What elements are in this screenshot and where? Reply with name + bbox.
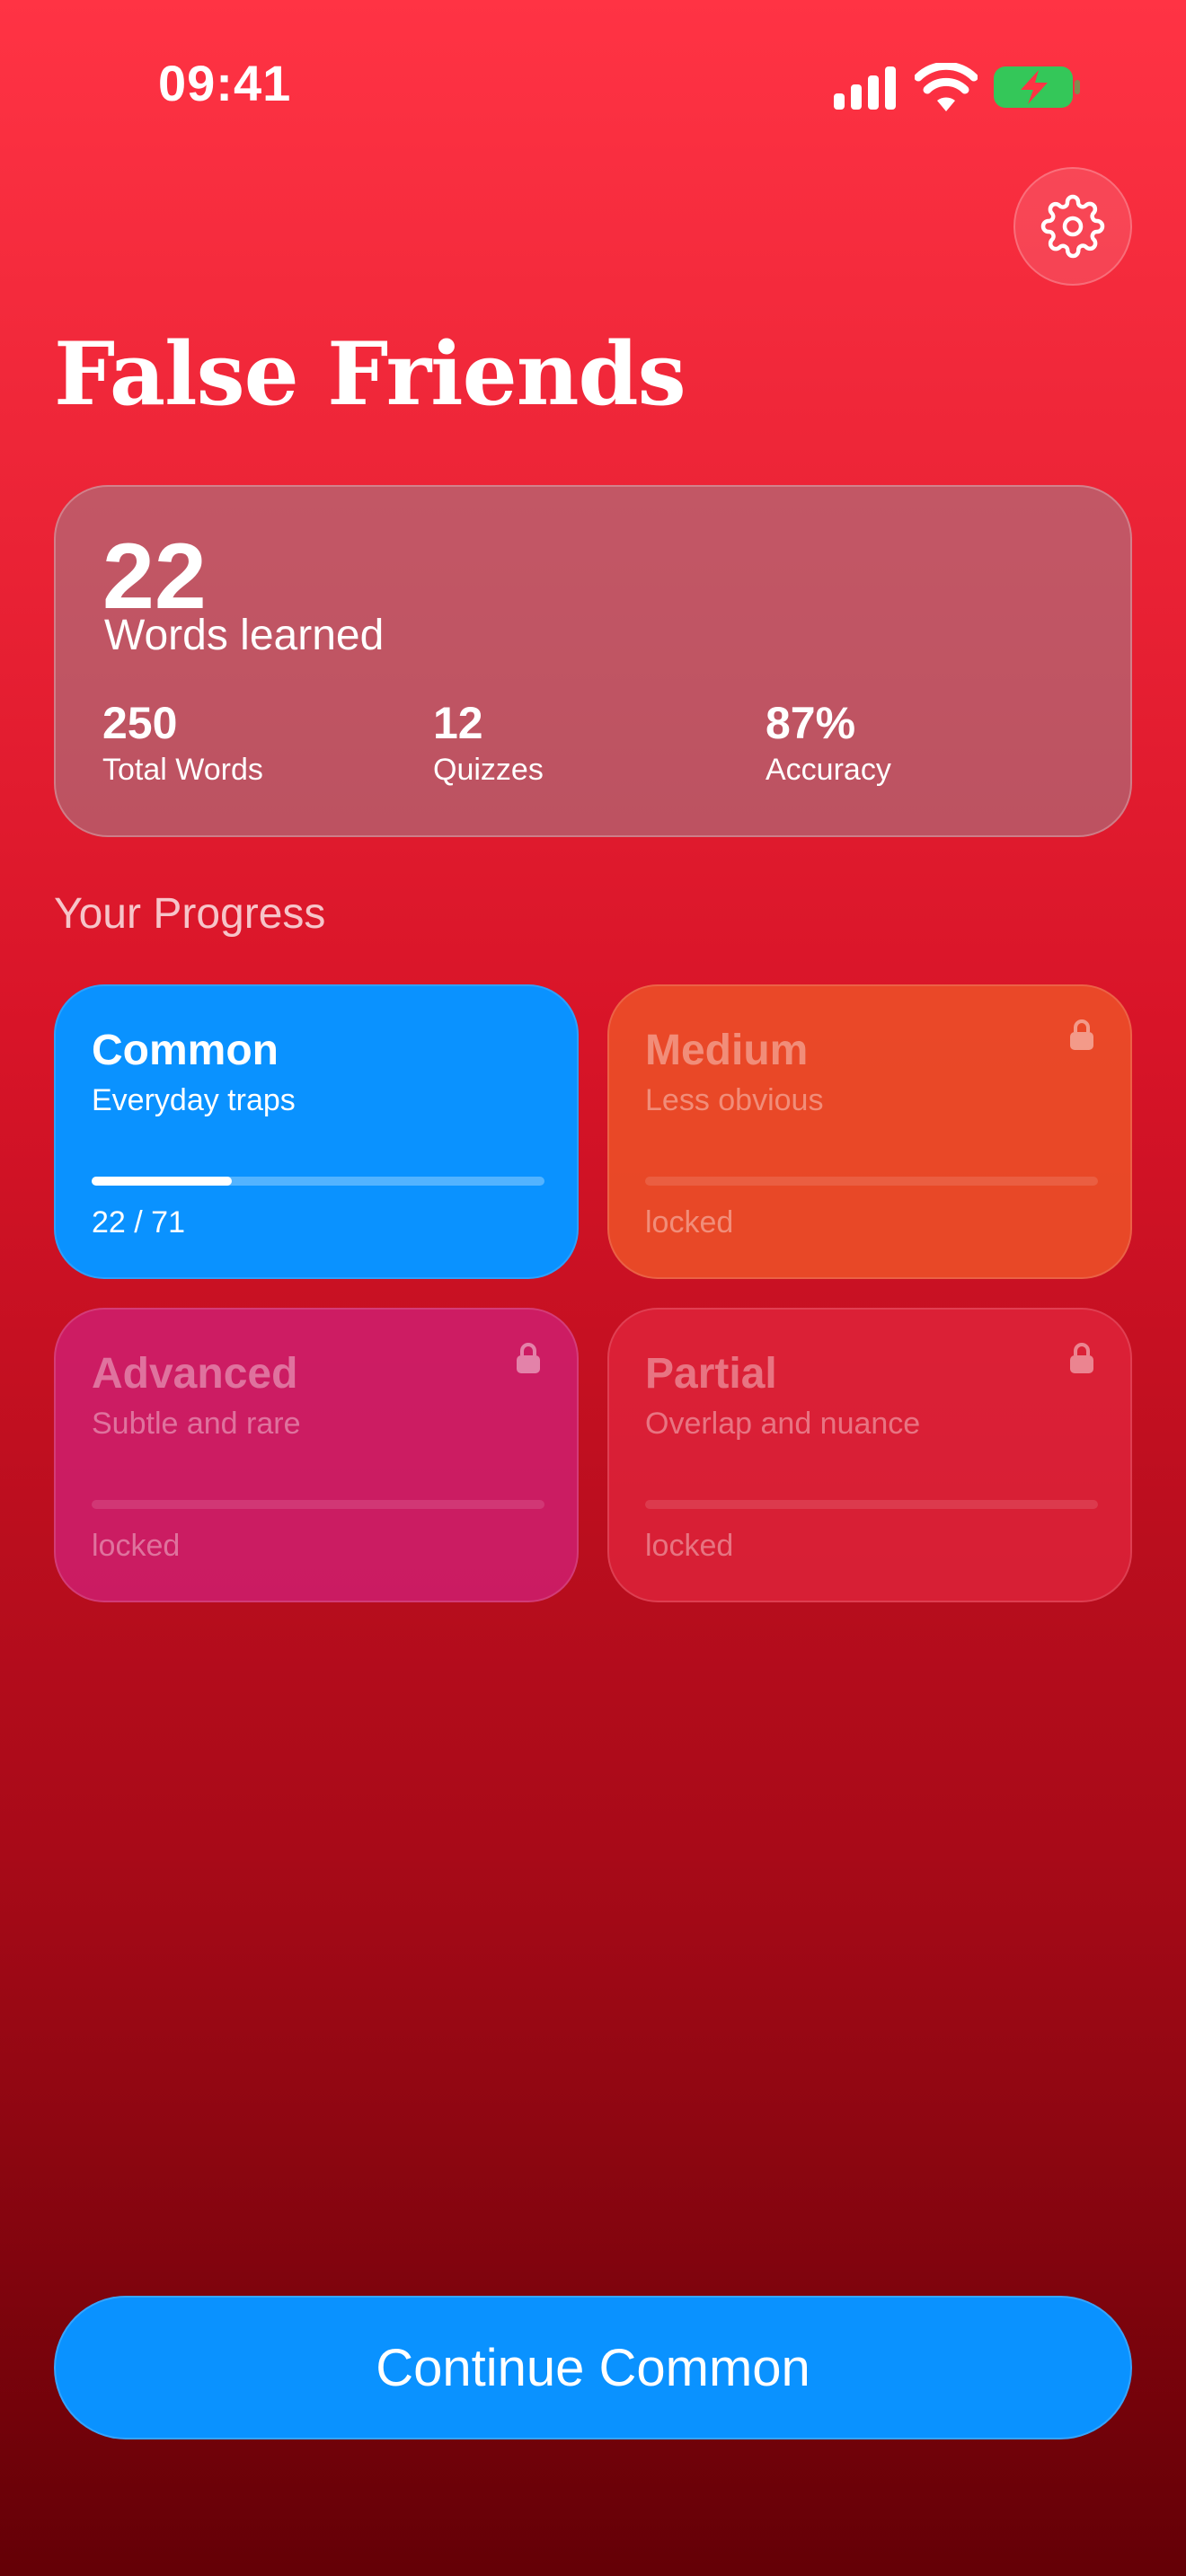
status-time: 09:41 <box>158 55 292 111</box>
stats-card: 22 Words learned 250 Total Words 12 Quiz… <box>54 485 1132 837</box>
level-description: Subtle and rare <box>92 1407 301 1441</box>
level-progress-bar <box>645 1500 1098 1509</box>
level-count: locked <box>645 1205 734 1239</box>
page-title: False Friends <box>54 323 686 425</box>
level-progress-fill <box>92 1177 233 1186</box>
section-title-progress: Your Progress <box>54 890 326 938</box>
stat-label: Quizzes <box>433 753 544 787</box>
stat-value: 250 <box>102 698 178 748</box>
settings-button[interactable] <box>1013 167 1132 286</box>
stat-accuracy: 87% Accuracy <box>766 701 891 788</box>
stat-total-words: 250 Total Words <box>102 701 263 788</box>
level-progress-bar <box>645 1177 1098 1186</box>
level-description: Everyday traps <box>92 1083 296 1117</box>
level-count: locked <box>92 1529 181 1563</box>
level-name: Common <box>92 1027 279 1074</box>
status-bar: 09:41 <box>0 0 1186 171</box>
wifi-icon <box>915 63 978 111</box>
level-progress-bar <box>92 1500 544 1509</box>
level-name: Medium <box>645 1027 809 1074</box>
lock-icon <box>1070 1343 1093 1373</box>
level-card-common[interactable]: Common Everyday traps 22 / 71 <box>54 984 579 1279</box>
lock-icon <box>517 1343 540 1373</box>
level-card-advanced[interactable]: Advanced Subtle and rare locked <box>54 1308 579 1602</box>
level-name: Partial <box>645 1350 777 1398</box>
level-count: locked <box>645 1529 734 1563</box>
level-card-medium[interactable]: Medium Less obvious locked <box>607 984 1132 1279</box>
gear-icon <box>1040 194 1105 259</box>
stat-label: Accuracy <box>766 753 891 787</box>
level-description: Less obvious <box>645 1083 824 1117</box>
words-learned-label: Words learned <box>104 612 385 659</box>
words-learned-value: 22 <box>102 525 207 629</box>
battery-charging-icon <box>994 66 1080 108</box>
level-card-partial[interactable]: Partial Overlap and nuance locked <box>607 1308 1132 1602</box>
stat-value: 12 <box>433 698 483 748</box>
stat-label: Total Words <box>102 753 263 787</box>
cellular-signal-icon <box>834 66 896 110</box>
lock-icon <box>1070 1019 1093 1050</box>
stat-value: 87% <box>766 698 856 748</box>
level-progress-bar <box>92 1177 544 1186</box>
continue-button[interactable]: Continue Common <box>54 2296 1132 2439</box>
level-count: 22 / 71 <box>92 1205 185 1239</box>
level-description: Overlap and nuance <box>645 1407 921 1441</box>
stat-quizzes: 12 Quizzes <box>433 701 544 788</box>
level-name: Advanced <box>92 1350 298 1398</box>
